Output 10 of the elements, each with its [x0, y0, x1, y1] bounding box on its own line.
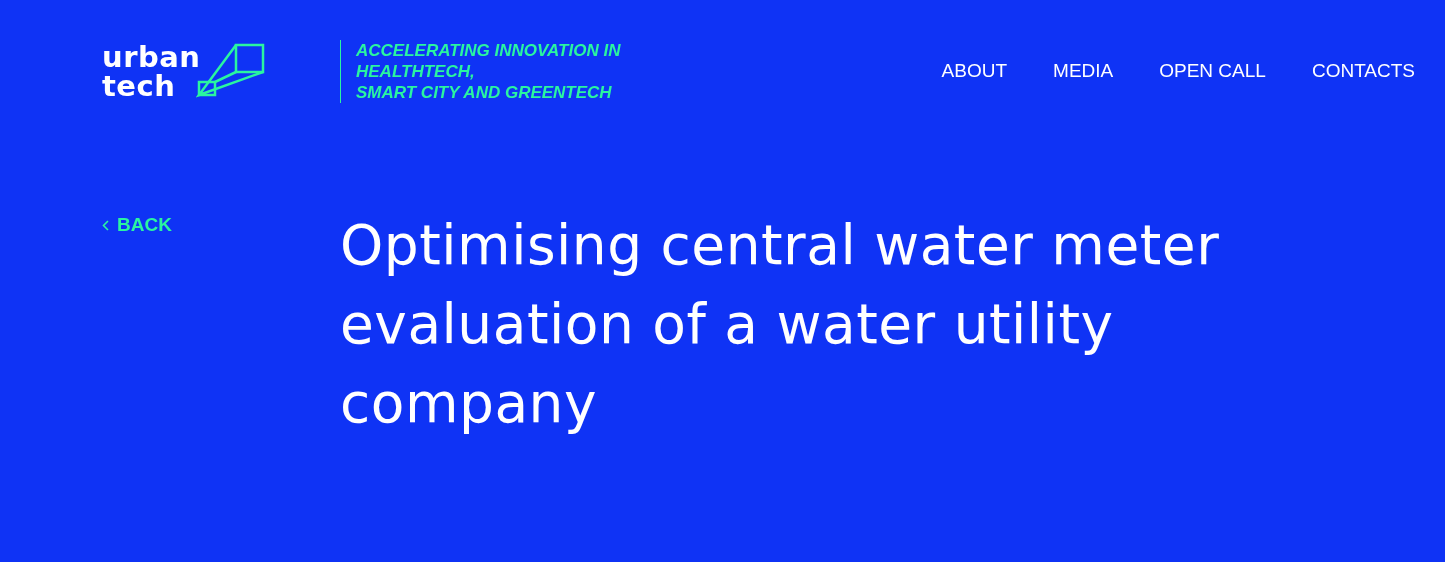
- nav-link[interactable]: MEDIA: [1053, 60, 1114, 82]
- chevron-left-icon: [102, 219, 109, 231]
- page-title: Optimising central water meter evaluation of a water utility company: [340, 212, 1221, 437]
- logo-text: urban tech: [102, 42, 201, 101]
- nav-link[interactable]: ABOUT: [941, 60, 1008, 82]
- nav-link[interactable]: CONTACTS: [1311, 60, 1415, 82]
- tagline: ACCELERATING INNOVATION IN HEALTHTECH, SMART CITY AND GREENTECH: [340, 39, 621, 103]
- nav-link[interactable]: OPEN CALL: [1159, 60, 1266, 82]
- back-link[interactable]: BACK: [102, 213, 340, 237]
- logo-icon: [196, 41, 267, 98]
